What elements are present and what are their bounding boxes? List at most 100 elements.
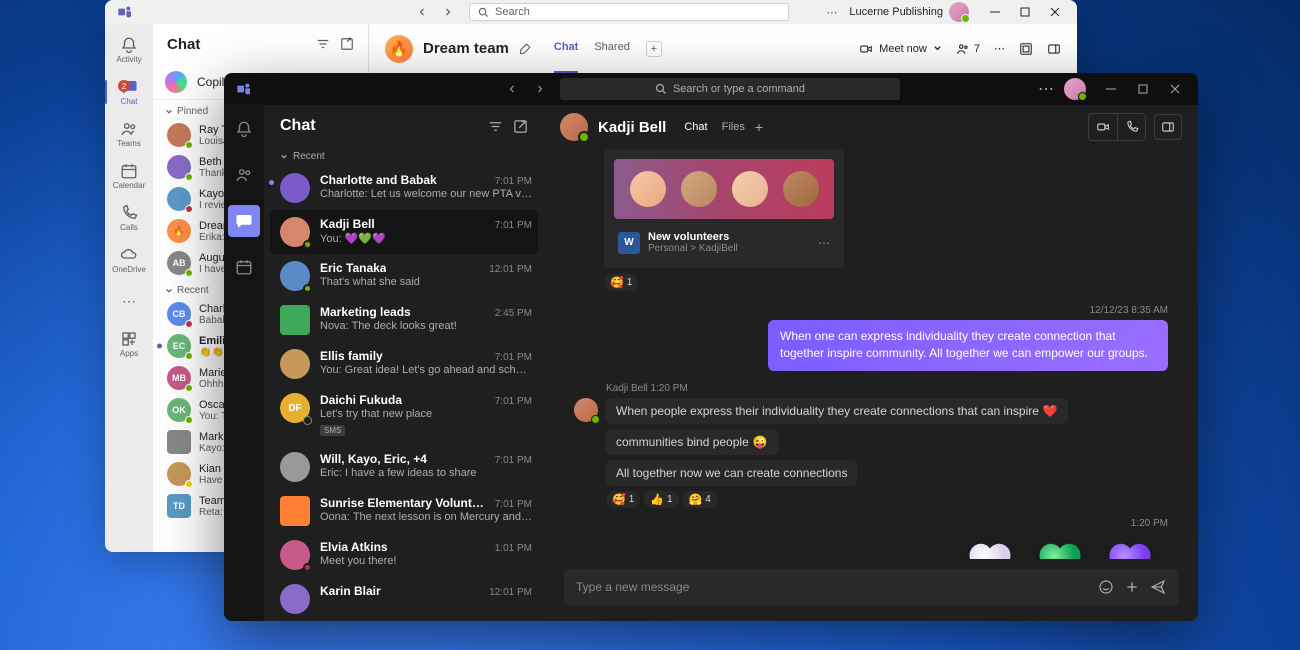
- window-controls: [1096, 77, 1190, 101]
- sent-message[interactable]: When one can express individuality they …: [768, 320, 1168, 371]
- reactions: 🥰1 👍1 🤗4: [606, 491, 1168, 508]
- section-recent[interactable]: Recent: [264, 147, 544, 166]
- tab-shared[interactable]: Shared: [594, 41, 629, 73]
- close-icon[interactable]: [1160, 77, 1190, 101]
- people-count[interactable]: 7: [956, 42, 980, 56]
- rail-chat[interactable]: 2Chat: [105, 72, 153, 112]
- reaction-chip[interactable]: 🥰1: [604, 274, 638, 291]
- tab-chat[interactable]: Chat: [554, 41, 578, 73]
- rail-calendar[interactable]: [228, 251, 260, 283]
- avatar: 🔥: [167, 219, 191, 243]
- rail-label: Calendar: [113, 181, 145, 190]
- panel-icon[interactable]: [1047, 42, 1061, 56]
- heart-purple-icon: [1102, 537, 1158, 559]
- document-attachment[interactable]: W New volunteersPersonal > KadjiBell ⋯: [614, 227, 834, 258]
- received-message[interactable]: When people express their individuality …: [606, 398, 1068, 424]
- add-tab-icon[interactable]: +: [755, 119, 763, 135]
- rail-activity[interactable]: [228, 113, 260, 145]
- minimize-icon[interactable]: [1096, 77, 1126, 101]
- close-icon[interactable]: [1041, 1, 1069, 23]
- reaction-chip[interactable]: 🥰1: [606, 491, 640, 508]
- rail-community[interactable]: [228, 159, 260, 191]
- word-icon: W: [618, 232, 640, 254]
- more-icon[interactable]: ⋯: [994, 42, 1005, 55]
- meet-now-button[interactable]: Meet now: [859, 42, 942, 56]
- reaction-chip[interactable]: 👍1: [644, 491, 678, 508]
- sent-hearts[interactable]: [574, 537, 1168, 559]
- doc-name: New volunteers: [648, 231, 810, 243]
- tab-files[interactable]: Files: [722, 121, 745, 133]
- send-icon[interactable]: [1150, 579, 1166, 595]
- received-message[interactable]: communities bind people😜: [606, 429, 778, 455]
- item-preview: Let's try that new place: [320, 408, 532, 420]
- chat-list-item[interactable]: Sunrise Elementary Volunteers7:01 PMOona…: [264, 489, 544, 533]
- item-name: Will, Kayo, Eric, +4: [320, 452, 427, 466]
- item-preview: You: 💜💚💜: [320, 232, 532, 245]
- chat-list-item[interactable]: Marketing leads2:45 PMNova: The deck loo…: [264, 298, 544, 342]
- rail-chat[interactable]: [228, 205, 260, 237]
- nav-back-icon[interactable]: [502, 79, 522, 99]
- message-header: Kadji Bell 1:20 PM: [606, 383, 1168, 394]
- user-avatar[interactable]: [1064, 78, 1086, 100]
- minimize-icon[interactable]: [981, 1, 1009, 23]
- nav-back-icon[interactable]: [413, 3, 431, 21]
- camera-icon: [859, 42, 873, 56]
- search-box[interactable]: Search or type a command: [560, 78, 900, 100]
- add-tab-icon[interactable]: +: [646, 41, 662, 57]
- search-box[interactable]: Search: [469, 3, 789, 21]
- rail-more-icon[interactable]: ⋯: [122, 286, 136, 316]
- rail-activity[interactable]: Activity: [105, 30, 153, 70]
- filter-icon[interactable]: [316, 37, 330, 51]
- chat-list-item[interactable]: Will, Kayo, Eric, +47:01 PMEric: I have …: [264, 445, 544, 489]
- panel-toggle-icon[interactable]: [1154, 114, 1182, 140]
- search-icon: [655, 83, 667, 95]
- filter-icon[interactable]: [488, 119, 503, 134]
- org-switcher[interactable]: Lucerne Publishing: [849, 2, 969, 22]
- more-icon[interactable]: ⋯: [826, 6, 837, 19]
- conversation-area: W New volunteersPersonal > KadjiBell ⋯ 🥰…: [544, 149, 1198, 559]
- chat-list-item[interactable]: Elvia Atkins1:01 PMMeet you there!: [264, 533, 544, 577]
- chat-list-item[interactable]: Karin Blair12:01 PM: [264, 577, 544, 621]
- reaction-chip[interactable]: 🤗4: [683, 491, 717, 508]
- video-call-icon[interactable]: [1089, 114, 1117, 140]
- emoji-icon[interactable]: [1098, 579, 1114, 595]
- rail-teams[interactable]: Teams: [105, 114, 153, 154]
- compose-icon[interactable]: [513, 119, 528, 134]
- section-label: Pinned: [177, 106, 208, 117]
- chat-list-item[interactable]: DFDaichi Fukuda7:01 PMLet's try that new…: [264, 386, 544, 445]
- received-message[interactable]: All together now we can create connectio…: [606, 460, 857, 486]
- maximize-icon[interactable]: [1128, 77, 1158, 101]
- item-time: 7:01 PM: [495, 352, 532, 363]
- sender-avatar[interactable]: [574, 398, 598, 422]
- chat-list-item[interactable]: Charlotte and Babak7:01 PMCharlotte: Let…: [264, 166, 544, 210]
- nav-forward-icon[interactable]: [530, 79, 550, 99]
- item-time: 7:01 PM: [495, 220, 532, 231]
- reactions: 🥰1: [604, 274, 1168, 291]
- people-number: 7: [974, 43, 980, 55]
- edit-icon[interactable]: [519, 42, 532, 55]
- chat-list-item[interactable]: Ellis family7:01 PMYou: Great idea! Let'…: [264, 342, 544, 386]
- rail-onedrive[interactable]: OneDrive: [105, 240, 153, 280]
- open-app-icon[interactable]: [1019, 42, 1033, 56]
- add-attachment-icon[interactable]: [1124, 579, 1140, 595]
- item-name: Daichi Fukuda: [320, 393, 402, 407]
- more-icon[interactable]: ⋯: [1038, 79, 1054, 99]
- chat-avatar[interactable]: [560, 113, 588, 141]
- chat-list-item[interactable]: Kadji Bell7:01 PMYou: 💜💚💜: [270, 210, 538, 254]
- more-icon[interactable]: ⋯: [818, 236, 830, 250]
- teams-logo-icon: [117, 4, 133, 20]
- compose-box[interactable]: Type a new message: [564, 569, 1178, 605]
- rail-calendar[interactable]: Calendar: [105, 156, 153, 196]
- nav-forward-icon[interactable]: [439, 3, 457, 21]
- rail-apps[interactable]: Apps: [105, 324, 153, 364]
- section-label: Recent: [293, 151, 325, 162]
- chat-list-item[interactable]: Eric Tanaka12:01 PMThat's what she said: [264, 254, 544, 298]
- shared-card[interactable]: W New volunteersPersonal > KadjiBell ⋯: [604, 149, 844, 268]
- compose-icon[interactable]: [340, 37, 354, 51]
- item-preview: That's what she said: [320, 276, 532, 288]
- audio-call-icon[interactable]: [1117, 114, 1145, 140]
- rail-calls[interactable]: Calls: [105, 198, 153, 238]
- maximize-icon[interactable]: [1011, 1, 1039, 23]
- tab-chat[interactable]: Chat: [684, 121, 707, 133]
- dark-chat-list: Chat Recent Charlotte and Babak7:01 PMCh…: [264, 105, 544, 621]
